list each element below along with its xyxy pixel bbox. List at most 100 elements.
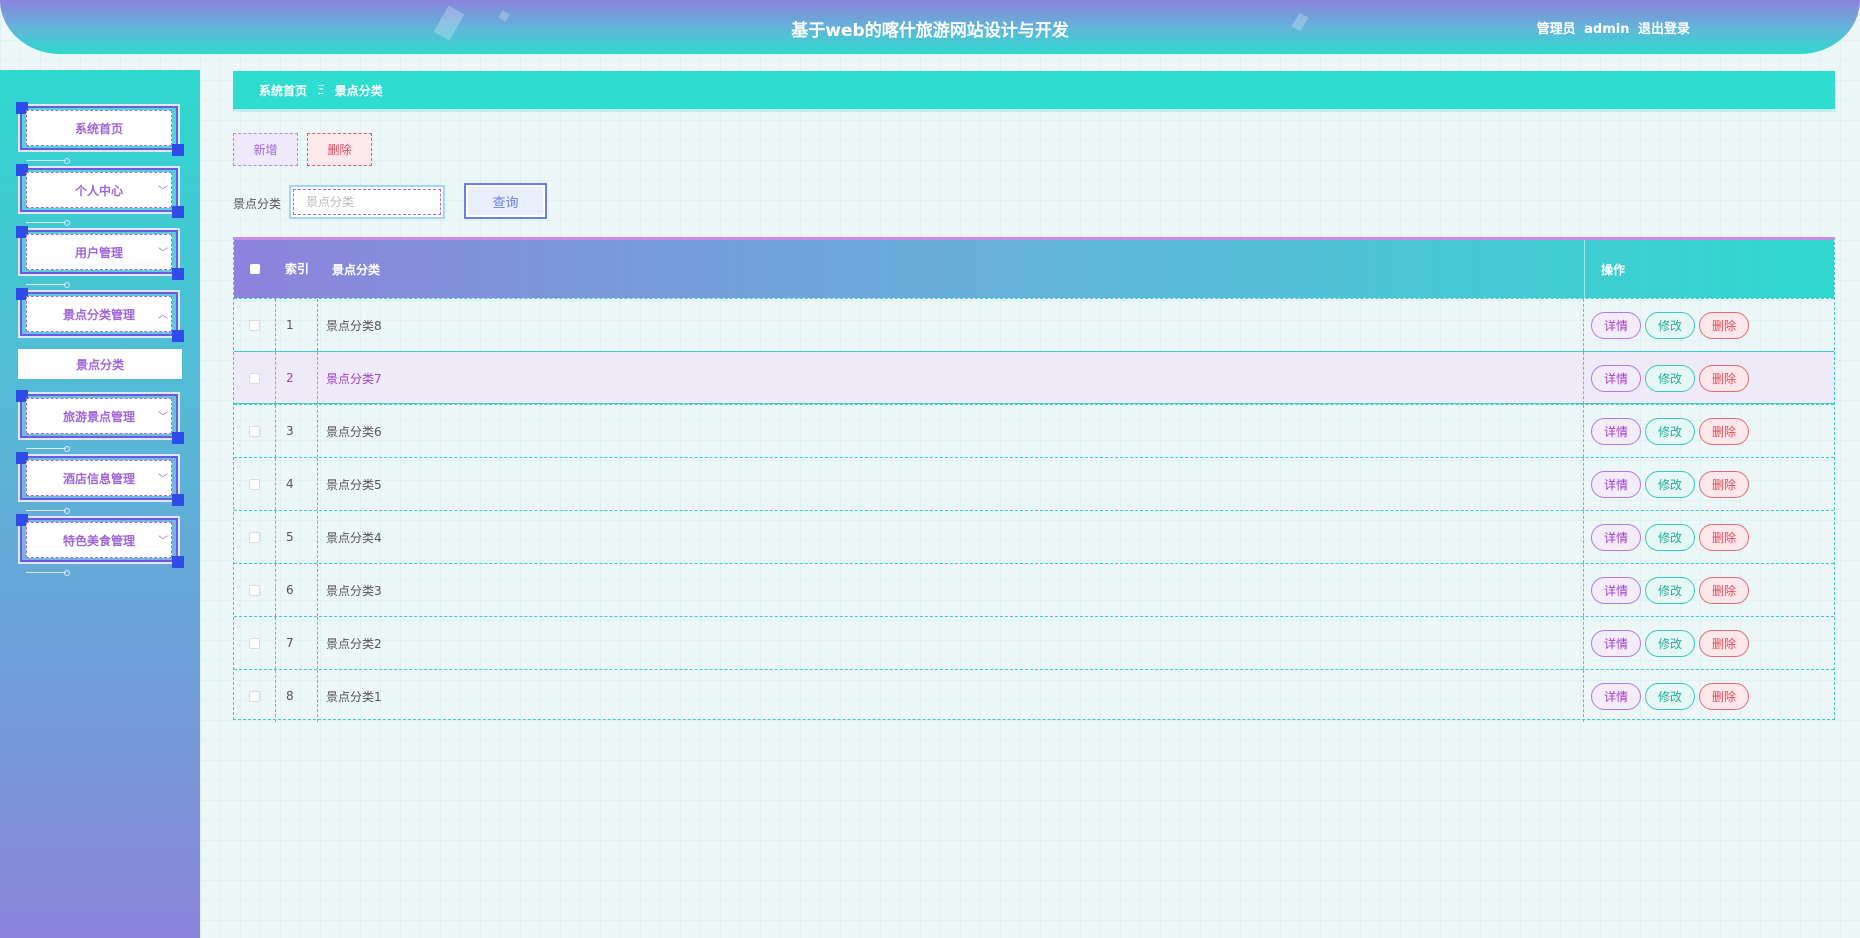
sidebar-item-label[interactable]: 用户管理 [26,234,172,270]
row-select-cell [234,670,276,722]
row-select-cell [234,564,276,616]
table-row: 2 景点分类7 详情 修改 删除 [234,351,1834,404]
row-checkbox[interactable] [249,478,260,490]
sidebar-item-attractions[interactable]: 旅游景点管理 ﹀ [16,390,184,452]
row-actions: 详情 修改 删除 [1584,458,1836,510]
sidebar-item-hotels[interactable]: 酒店信息管理 ﹀ [16,452,184,514]
detail-button[interactable]: 详情 [1591,682,1642,710]
header-name: 景点分类 [332,262,381,277]
sidebar-item-users[interactable]: 用户管理 ﹀ [16,226,184,288]
row-actions: 详情 修改 删除 [1584,670,1836,722]
edit-button[interactable]: 修改 [1645,629,1696,657]
submenu-item-category[interactable]: 景点分类 [18,349,182,379]
user-name: admin [1584,22,1630,37]
detail-button[interactable]: 详情 [1591,311,1642,339]
corner-decor [172,144,184,156]
row-checkbox[interactable] [249,319,260,331]
detail-button[interactable]: 详情 [1591,576,1642,604]
row-checkbox[interactable] [249,690,260,702]
row-select-cell [234,458,276,510]
search-input[interactable] [293,189,441,215]
corner-decor [172,330,184,342]
select-all-checkbox[interactable] [250,264,260,274]
sidebar-item-profile[interactable]: 个人中心 ﹀ [16,164,184,226]
edit-button[interactable]: 修改 [1645,523,1696,551]
row-name: 景点分类3 [318,564,1584,616]
top-header: 基于web的喀什旅游网站设计与开发 管理员 admin 退出登录 [0,0,1860,54]
breadcrumb-home[interactable]: 系统首页 [259,82,307,99]
table-header: 索引 景点分类 操作 [234,240,1834,298]
delete-button[interactable]: 删除 [1699,523,1750,551]
edit-button[interactable]: 修改 [1645,470,1696,498]
table-row: 8 景点分类1 详情 修改 删除 [234,669,1834,722]
edit-button[interactable]: 修改 [1645,364,1696,392]
row-index: 2 [276,352,318,404]
sidebar-item-label[interactable]: 系统首页 [26,110,172,146]
tail-decor [26,158,70,164]
row-name: 景点分类5 [318,458,1584,510]
table-row: 1 景点分类8 详情 修改 删除 [234,298,1834,351]
tail-decor [26,282,70,288]
chevron-down-icon: ﹀ [158,536,168,547]
sidebar-item-category-mgmt[interactable]: 景点分类管理 ︿ [16,288,184,342]
row-name: 景点分类6 [318,405,1584,457]
delete-button[interactable]: 删除 [1699,417,1750,445]
detail-button[interactable]: 详情 [1591,523,1642,551]
edit-button[interactable]: 修改 [1645,311,1696,339]
row-index: 4 [276,458,318,510]
add-button[interactable]: 新增 [233,133,298,166]
edit-button[interactable]: 修改 [1645,417,1696,445]
detail-button[interactable]: 详情 [1591,364,1642,392]
chevron-down-icon: ﹀ [158,412,168,423]
sidebar-item-label[interactable]: 酒店信息管理 [26,460,172,496]
sidebar-item-label[interactable]: 旅游景点管理 [26,398,172,434]
row-checkbox[interactable] [249,637,260,649]
detail-button[interactable]: 详情 [1591,470,1642,498]
sidebar-item-label[interactable]: 个人中心 [26,172,172,208]
detail-button[interactable]: 详情 [1591,629,1642,657]
corner-decor [172,268,184,280]
row-name: 景点分类7 [318,352,1584,404]
row-name: 景点分类4 [318,511,1584,563]
delete-button[interactable]: 删除 [1699,470,1750,498]
table-row: 5 景点分类4 详情 修改 删除 [234,510,1834,563]
table-row: 7 景点分类2 详情 修改 删除 [234,616,1834,669]
sidebar-item-label[interactable]: 特色美食管理 [26,522,172,558]
row-checkbox[interactable] [249,584,260,596]
delete-button[interactable]: 删除 [1699,364,1750,392]
row-index: 1 [276,299,318,351]
row-index: 8 [276,670,318,722]
delete-button[interactable]: 删除 [1699,576,1750,604]
delete-button[interactable]: 删除 [1699,629,1750,657]
corner-decor [172,432,184,444]
bulk-delete-button[interactable]: 删除 [307,133,372,166]
query-button[interactable]: 查询 [464,183,547,219]
user-info: 管理员 admin 退出登录 [1533,18,1690,37]
edit-button[interactable]: 修改 [1645,576,1696,604]
row-checkbox[interactable] [249,372,260,384]
sidebar: 系统首页 个人中心 ﹀ 用户管理 ﹀ 景点分类管理 ︿ 景点分类 旅游景点管理 … [0,70,200,938]
sidebar-item-home[interactable]: 系统首页 [16,102,184,164]
sidebar-item-label[interactable]: 景点分类管理 [26,296,172,332]
row-actions: 详情 修改 删除 [1584,299,1836,351]
row-select-cell [234,617,276,669]
delete-button[interactable]: 删除 [1699,682,1750,710]
breadcrumb-current: 景点分类 [334,83,383,98]
row-checkbox[interactable] [249,425,260,437]
row-actions: 详情 修改 删除 [1584,564,1836,616]
logout-link[interactable]: 退出登录 [1638,22,1690,37]
header-select-all[interactable] [234,240,276,298]
edit-button[interactable]: 修改 [1645,682,1696,710]
user-role: 管理员 [1536,22,1576,37]
breadcrumb: 系统首页 Ξ 景点分类 [233,71,1835,109]
row-select-cell [234,405,276,457]
delete-button[interactable]: 删除 [1699,311,1750,339]
row-checkbox[interactable] [249,531,260,543]
row-name: 景点分类1 [318,670,1584,722]
header-index: 索引 [284,262,309,276]
chevron-down-icon: ﹀ [158,474,168,485]
tail-decor [26,446,70,452]
sidebar-item-food[interactable]: 特色美食管理 ﹀ [16,514,184,576]
detail-button[interactable]: 详情 [1591,417,1642,445]
row-select-cell [234,299,276,351]
